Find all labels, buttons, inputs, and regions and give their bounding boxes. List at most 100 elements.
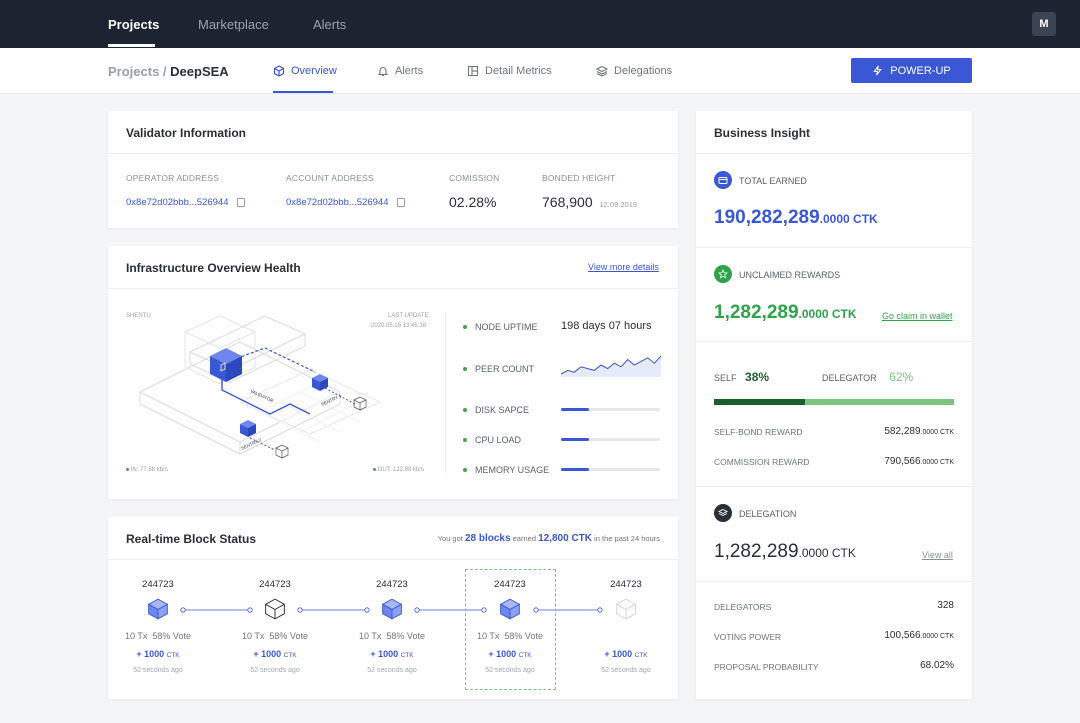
block-item[interactable]: 244723 10 Tx 58% Vote + 1000 CTK 52 seconds… — [465, 579, 555, 674]
divider — [696, 247, 972, 248]
proposal-probability-label: PROPOSAL PROBABILITY — [714, 662, 819, 672]
block-status-title: Real-time Block Status — [126, 532, 257, 546]
delegators-value: 328 — [937, 600, 954, 611]
view-more-details-link[interactable]: View more details — [588, 262, 659, 272]
disk-space-label: DISK SAPCE — [475, 405, 530, 415]
in-rate: IN: 77.88 kb/s — [126, 467, 168, 473]
lightning-icon — [873, 65, 882, 76]
block-item[interactable]: 244723 10 Tx 58% Vote + 1000 CTK 52 seconds… — [230, 579, 320, 674]
block-cube-icon — [499, 598, 521, 620]
out-rate: OUT: 122.88 kb/s — [373, 467, 424, 473]
delegators-label: DELEGATORS — [714, 602, 772, 612]
infrastructure-title: Infrastructure Overview Health — [126, 261, 301, 275]
block-number: 244723 — [376, 579, 408, 590]
unclaimed-rewards-value: 1,282,289.0000 CTK — [714, 302, 857, 323]
peer-count-sparkline — [561, 355, 661, 377]
view-all-link[interactable]: View all — [922, 550, 953, 560]
network-topology-illustration: VALIDATOR SENTRY 1 SENTRY 2 — [139, 315, 381, 459]
avatar[interactable]: M — [1032, 12, 1056, 36]
block-meta: 10 Tx 58% Vote — [477, 631, 543, 641]
business-insight-card: Business Insight TOTAL EARNED 190,282,28… — [696, 111, 972, 699]
unclaimed-rewards-label: UNCLAIMED REWARDS — [739, 270, 841, 280]
tab-delegations[interactable]: Delegations — [596, 65, 672, 77]
block-meta — [581, 631, 671, 642]
tab-detail-metrics[interactable]: Detail Metrics — [467, 65, 552, 77]
power-up-button[interactable]: POWER-UP — [851, 58, 972, 83]
sentry-1-label: SENTRY 1 — [320, 393, 342, 407]
block-item[interactable]: 244723 + 1000 CTK 52 seconds ago — [581, 579, 671, 674]
divider — [696, 153, 972, 154]
self-share: SELF 38% — [714, 370, 770, 384]
self-bond-reward-label: SELF-BOND REWARD — [714, 427, 803, 437]
block-item[interactable]: 244723 10 Tx 58% Vote + 1000 CTK 52 seconds… — [113, 579, 203, 674]
block-number: 244723 — [259, 579, 291, 590]
infrastructure-card: Infrastructure Overview Health View more… — [108, 246, 678, 499]
tab-alerts[interactable]: Alerts — [377, 65, 423, 77]
bell-icon — [377, 67, 389, 77]
cpu-load-label: CPU LOAD — [475, 435, 522, 445]
block-cube-icon — [265, 598, 285, 620]
commission-value: 02.28% — [449, 194, 497, 210]
breadcrumb: Projects / DeepSEA — [108, 64, 229, 79]
block-meta: 10 Tx 58% Vote — [125, 631, 191, 641]
validator-title: Validator Information — [126, 126, 247, 140]
block-item[interactable]: 244723 10 Tx 58% Vote + 1000 CTK 52 seconds… — [347, 579, 437, 674]
self-bond-reward-value: 582,289.0000 CTK — [884, 426, 954, 437]
self-delegator-bar — [714, 399, 954, 405]
voting-power-label: VOTING POWER — [714, 632, 782, 642]
block-reward: + 1000 CTK — [604, 649, 648, 659]
operator-address-label: OPERATOR ADDRESS — [126, 173, 220, 183]
nav-marketplace[interactable]: Marketplace — [198, 17, 269, 32]
divider — [696, 486, 972, 487]
node-uptime-value: 198 days 07 hours — [561, 320, 652, 332]
cpu-load-row: CPU LOAD — [463, 435, 521, 445]
copy-icon[interactable] — [236, 198, 245, 207]
divider — [445, 312, 446, 474]
block-reward: + 1000 CTK — [136, 649, 180, 659]
divider — [108, 153, 678, 154]
block-cube-icon — [381, 598, 403, 620]
operator-address-value[interactable]: 0x8e72d02bbb...526944 — [126, 197, 229, 208]
divider — [696, 581, 972, 582]
top-navigation: Projects Marketplace Alerts M — [0, 0, 1080, 48]
commission-label: COMISSION — [449, 173, 500, 183]
tab-active-indicator — [273, 91, 333, 93]
nav-alerts[interactable]: Alerts — [313, 17, 346, 32]
cube-icon — [273, 65, 285, 77]
block-cube-icon — [616, 598, 636, 620]
nav-projects[interactable]: Projects — [108, 17, 159, 32]
block-reward: + 1000 CTK — [370, 649, 414, 659]
claim-in-wallet-link[interactable]: Go claim in wallet — [882, 311, 953, 321]
summary-blocks: 28 blocks — [464, 533, 511, 544]
block-number: 244723 — [610, 579, 642, 590]
block-status-card: Real-time Block Status You got 28 blocks… — [108, 517, 678, 699]
layers-icon — [714, 504, 732, 522]
tab-detail-metrics-label: Detail Metrics — [485, 65, 552, 77]
tab-overview[interactable]: Overview — [273, 65, 337, 77]
peer-count-label: PEER COUNT — [475, 364, 535, 374]
cpu-load-bar — [561, 438, 660, 441]
block-meta: 10 Tx 58% Vote — [359, 631, 425, 641]
delegator-share: DELEGATOR 62% — [822, 370, 914, 384]
breadcrumb-parent[interactable]: Projects / — [108, 64, 167, 79]
node-uptime-row: NODE UPTIME — [463, 322, 538, 332]
block-time-ago: 52 seconds ago — [485, 667, 535, 674]
account-address-value[interactable]: 0x8e72d02bbb...526944 — [286, 197, 389, 208]
commission-reward-value: 790,566.0000 CTK — [884, 456, 954, 467]
total-earned-label: TOTAL EARNED — [739, 176, 807, 186]
divider — [696, 341, 972, 342]
block-time-ago: 52 seconds ago — [601, 667, 651, 674]
block-reward: + 1000 CTK — [253, 649, 297, 659]
copy-icon[interactable] — [396, 198, 405, 207]
operator-address: 0x8e72d02bbb...526944 — [126, 197, 245, 208]
block-meta: 10 Tx 58% Vote — [242, 631, 308, 641]
delegation-value: 1,282,289.0000 CTK — [714, 541, 856, 562]
bonded-height-label: BONDED HEIGHT — [542, 173, 616, 183]
block-time-ago: 52 seconds ago — [133, 667, 183, 674]
divider — [108, 288, 678, 289]
business-insight-title: Business Insight — [714, 126, 811, 140]
disk-space-bar — [561, 408, 660, 411]
block-summary: You got 28 blocks earned 12,800 CTK in t… — [437, 533, 660, 544]
bonded-height: 768,900 12.09.2019 — [542, 194, 637, 210]
account-address-label: ACCOUNT ADDRESS — [286, 173, 374, 183]
